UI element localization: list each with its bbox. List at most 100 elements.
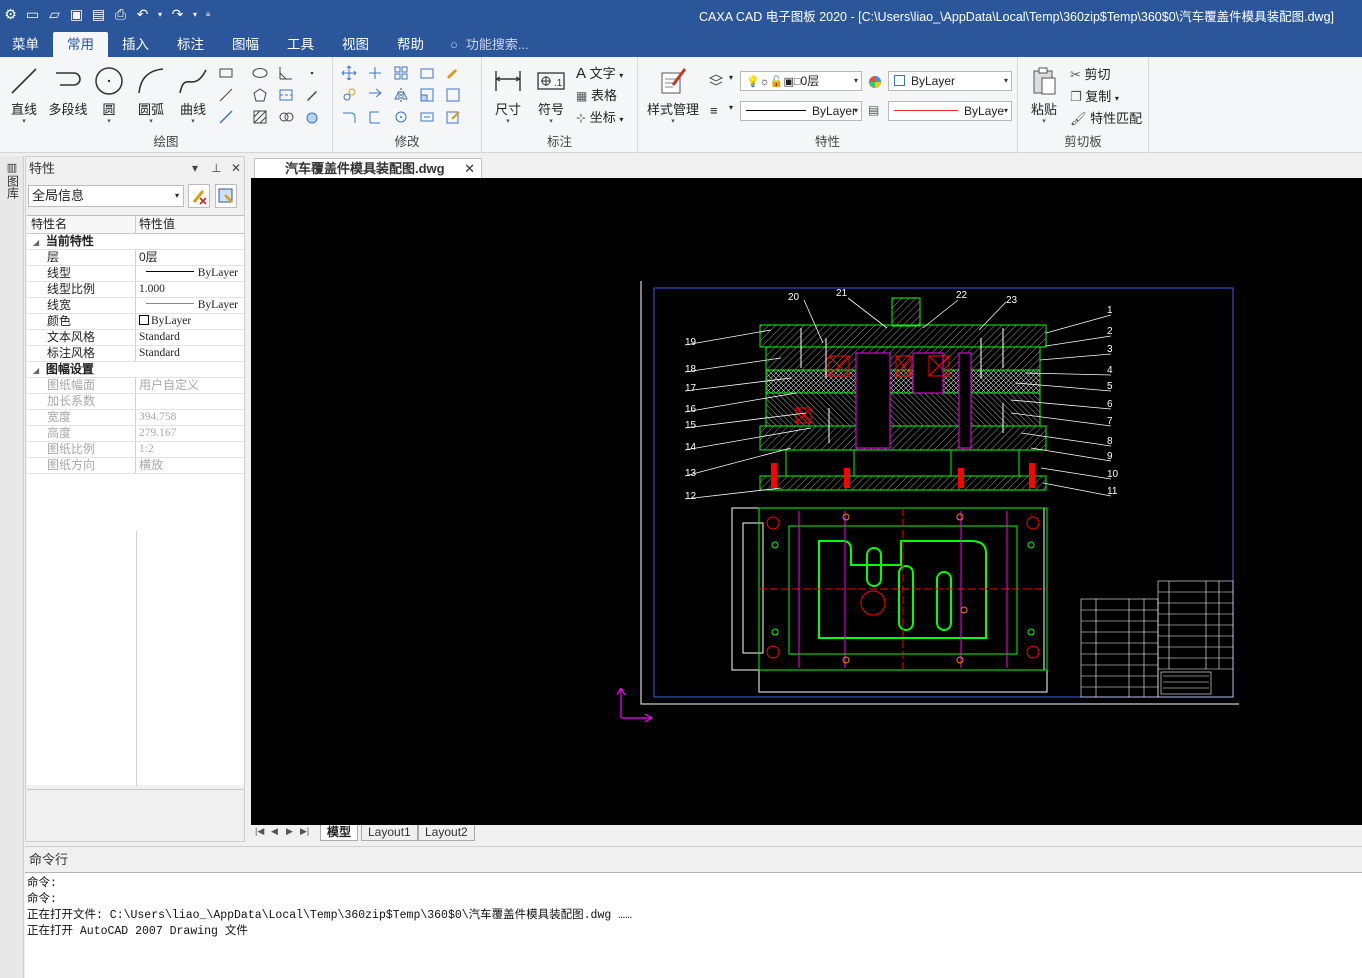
- print-icon[interactable]: ⎙: [112, 6, 129, 23]
- rectangle-icon[interactable]: [218, 65, 234, 81]
- first-layout-icon[interactable]: |◀: [255, 826, 264, 837]
- mirror-icon[interactable]: [393, 87, 409, 103]
- tab-common[interactable]: 常用: [53, 32, 108, 57]
- undo-dropdown-icon[interactable]: ▾: [156, 6, 164, 23]
- circle-button[interactable]: 圆 ▾: [92, 65, 126, 125]
- cut-button[interactable]: ✂ 剪切: [1070, 64, 1111, 83]
- color-wheel-icon[interactable]: [867, 74, 883, 90]
- document-tab[interactable]: 汽车覆盖件模具装配图.dwg ✕: [254, 158, 482, 178]
- tab-layout2[interactable]: Layout2: [418, 825, 475, 841]
- tab-view[interactable]: 视图: [328, 32, 383, 57]
- tab-help[interactable]: 帮助: [383, 32, 438, 57]
- move-icon[interactable]: [341, 65, 357, 81]
- linetype-pattern-icon[interactable]: ▤: [868, 103, 879, 117]
- match-properties-button[interactable]: 🖌 特性匹配: [1070, 108, 1142, 127]
- property-row-layer[interactable]: 层 0层: [27, 250, 244, 266]
- layer-combo[interactable]: 💡☼🔓▣□0层 ▾: [740, 71, 862, 91]
- drawing-canvas[interactable]: 20 21 22 23 19 18 17 16 15 14 13 12 1 2 3 4 5 6 7 8 9 10 11: [251, 178, 1362, 825]
- layer-tool-dropdown[interactable]: ▾: [729, 73, 733, 82]
- library-tab[interactable]: ▥ 图库: [4, 162, 20, 202]
- panel-close-icon[interactable]: ✕: [231, 161, 241, 175]
- property-row-text-style[interactable]: 文本风格 Standard: [27, 330, 244, 346]
- command-line-area[interactable]: 命令: 命令: 正在打开文件: C:\Users\liao_\AppData\L…: [25, 872, 1362, 978]
- offset-icon[interactable]: [419, 65, 435, 81]
- toggle-pickadd-button[interactable]: [188, 184, 210, 208]
- feature-search[interactable]: ○ 功能搜索...: [450, 32, 529, 57]
- tab-insert[interactable]: 插入: [108, 32, 163, 57]
- lineweight-tool-dropdown[interactable]: ▾: [729, 103, 733, 112]
- color-combo[interactable]: ByLayer ▾: [888, 71, 1012, 91]
- last-layout-icon[interactable]: ▶|: [300, 826, 309, 837]
- property-row-linetype-scale[interactable]: 线型比例 1.000: [27, 282, 244, 298]
- next-layout-icon[interactable]: ▶: [286, 826, 293, 837]
- stretch-icon[interactable]: [419, 109, 435, 125]
- dimension-button[interactable]: 尺寸 ▾: [490, 65, 526, 125]
- arc-button[interactable]: 圆弧 ▾: [132, 65, 170, 125]
- text-button[interactable]: A 文字 ▾: [576, 63, 623, 82]
- cad-drawing[interactable]: 20 21 22 2319181716151413121234567891011: [251, 178, 1362, 825]
- open-file-icon[interactable]: ▱: [46, 6, 63, 23]
- scale-icon[interactable]: [419, 87, 435, 103]
- linetype-combo[interactable]: ByLayer ▾: [740, 101, 862, 121]
- property-row-linetype[interactable]: 线型 ByLayer: [27, 266, 244, 282]
- property-row-lineweight[interactable]: 线宽 ByLayer: [27, 298, 244, 314]
- copy-button[interactable]: ❐ 复制 ▾: [1070, 86, 1119, 105]
- lineweight-combo[interactable]: ByLaye ▾: [888, 101, 1012, 121]
- line-button[interactable]: 直线 ▾: [6, 65, 42, 125]
- polyline-button[interactable]: 多段线: [46, 65, 90, 118]
- polygon-icon[interactable]: [252, 87, 268, 103]
- section-current-properties[interactable]: ◢ 当前特性: [27, 234, 244, 250]
- customize-qat-icon[interactable]: ≡: [204, 6, 212, 23]
- coordinate-button[interactable]: ⊹ 坐标 ▾: [576, 107, 623, 126]
- tab-sheet[interactable]: 图幅: [218, 32, 273, 57]
- menu-item-menu[interactable]: 菜单: [0, 32, 53, 57]
- fillet-icon[interactable]: [341, 109, 357, 125]
- spline-fill-icon[interactable]: [304, 109, 320, 125]
- prev-layout-icon[interactable]: ◀: [271, 826, 278, 837]
- point-icon[interactable]: [304, 65, 320, 81]
- tab-model[interactable]: 模型: [320, 825, 359, 841]
- boundary-icon[interactable]: [278, 109, 294, 125]
- property-filter-select[interactable]: 全局信息 ▾: [28, 185, 184, 207]
- pen-tool-icon[interactable]: [304, 87, 320, 103]
- table-button[interactable]: ▦ 表格: [576, 85, 617, 104]
- panel-menu-icon[interactable]: ▾: [192, 161, 198, 175]
- undo-icon[interactable]: ↶: [134, 6, 151, 23]
- pin-icon[interactable]: ⊥: [211, 161, 221, 175]
- quick-select-button[interactable]: [215, 184, 237, 208]
- break-icon[interactable]: [367, 109, 383, 125]
- save-as-icon[interactable]: ▤: [90, 6, 107, 23]
- redo-dropdown-icon[interactable]: ▾: [191, 6, 199, 23]
- new-file-icon[interactable]: ▭: [24, 6, 41, 23]
- tab-annotate[interactable]: 标注: [163, 32, 218, 57]
- parallel-line-icon[interactable]: [218, 87, 234, 103]
- tab-tools[interactable]: 工具: [273, 32, 328, 57]
- close-document-icon[interactable]: ✕: [464, 159, 475, 178]
- lineweight-icon[interactable]: ≡: [710, 103, 718, 118]
- edit-icon[interactable]: [445, 109, 461, 125]
- symbol-button[interactable]: .1 符号 ▾: [534, 65, 568, 125]
- app-icon[interactable]: ⚙: [2, 6, 19, 23]
- array-icon[interactable]: [393, 65, 409, 81]
- trim-icon[interactable]: [367, 65, 383, 81]
- property-row-dim-style[interactable]: 标注风格 Standard: [27, 346, 244, 362]
- redo-icon[interactable]: ↷: [169, 6, 186, 23]
- centerline-icon[interactable]: [278, 87, 294, 103]
- rotate-icon[interactable]: [393, 109, 409, 125]
- chamfer-line-icon[interactable]: [278, 65, 294, 81]
- paste-button[interactable]: 粘贴 ▾: [1026, 65, 1062, 125]
- save-icon[interactable]: ▣: [68, 6, 85, 23]
- style-manager-button[interactable]: 样式管理 ▾: [644, 65, 702, 125]
- hatch-icon[interactable]: [252, 109, 268, 125]
- block-icon[interactable]: [445, 87, 461, 103]
- section-sheet-settings[interactable]: ◢ 图幅设置: [27, 362, 244, 378]
- brush-icon[interactable]: [445, 65, 461, 81]
- curve-button[interactable]: 曲线 ▾: [174, 65, 212, 125]
- ellipse-icon[interactable]: [252, 65, 268, 81]
- property-row-color[interactable]: 颜色 ByLayer: [27, 314, 244, 330]
- blue-line-icon[interactable]: [218, 109, 234, 125]
- tab-layout1[interactable]: Layout1: [361, 825, 418, 841]
- layer-manager-icon[interactable]: [708, 72, 724, 88]
- copy-entity-icon[interactable]: [341, 87, 357, 103]
- extend-icon[interactable]: [367, 87, 383, 103]
